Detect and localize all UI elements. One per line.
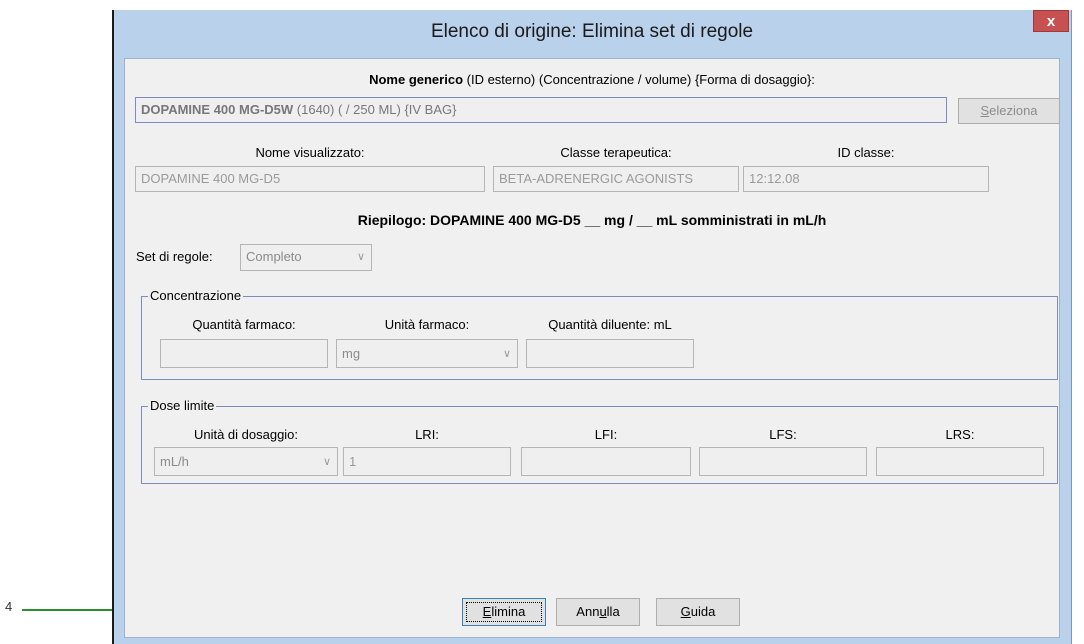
dose-limits-legend: Dose limite [148, 398, 217, 413]
lrs-label: LRS: [945, 427, 975, 442]
therapeutic-class-field: BETA-ADRENERGIC AGONISTS [493, 166, 739, 192]
lfi-field [521, 447, 691, 476]
close-icon: x [1046, 13, 1056, 30]
lrs-field [876, 447, 1044, 476]
drug-unit-combo[interactable]: mg ∨ [336, 339, 518, 368]
class-id-label: ID classe: [837, 145, 895, 160]
generic-name-field: DOPAMINE 400 MG-D5W (1640) ( / 250 ML) {… [135, 97, 947, 123]
summary-text: Riepilogo: DOPAMINE 400 MG-D5 __ mg / __… [357, 212, 827, 228]
drug-unit-label: Unità farmaco: [384, 317, 470, 332]
dosing-unit-label: Unità di dosaggio: [193, 427, 299, 442]
cancel-button[interactable]: Annulla [556, 598, 640, 626]
concentration-legend: Concentrazione [148, 288, 244, 303]
delete-button[interactable]: Elimina [462, 598, 546, 626]
diluent-field [526, 339, 694, 368]
display-name-field: DOPAMINE 400 MG-D5 [135, 166, 485, 192]
close-button[interactable]: x [1033, 10, 1069, 32]
class-id-field: 12:12.08 [743, 166, 989, 192]
ruleset-value: Completo [246, 249, 302, 264]
diluent-label: Quantità diluente: mL [548, 317, 672, 332]
chevron-down-icon: ∨ [322, 456, 331, 468]
display-name-label: Nome visualizzato: [255, 145, 365, 160]
chevron-down-icon: ∨ [356, 251, 365, 263]
help-button[interactable]: Guida [656, 598, 740, 626]
generic-name-header: Nome generico (ID esterno) (Concentrazio… [369, 72, 815, 87]
lri-label: LRI: [415, 427, 439, 442]
callout-number: 4 [5, 599, 13, 614]
lfs-field [699, 447, 867, 476]
drug-amount-field [160, 339, 328, 368]
lfs-label: LFS: [769, 427, 797, 442]
ruleset-combo[interactable]: Completo ∨ [240, 244, 372, 271]
dosing-unit-combo[interactable]: mL/h ∨ [154, 447, 338, 476]
drug-unit-value: mg [342, 346, 361, 361]
chevron-down-icon: ∨ [502, 348, 511, 360]
therapeutic-class-label: Classe terapeutica: [560, 145, 672, 160]
drug-amount-label: Quantità farmaco: [192, 317, 296, 332]
dosing-unit-value: mL/h [160, 454, 189, 469]
delete-button-focus: Elimina [466, 602, 542, 622]
lfi-label: LFI: [594, 427, 618, 442]
dialog-title: Elenco di origine: Elimina set di regole [430, 21, 754, 42]
select-button[interactable]: Seleziona [958, 98, 1060, 124]
lri-field: 1 [343, 447, 511, 476]
ruleset-label: Set di regole: [136, 249, 213, 264]
